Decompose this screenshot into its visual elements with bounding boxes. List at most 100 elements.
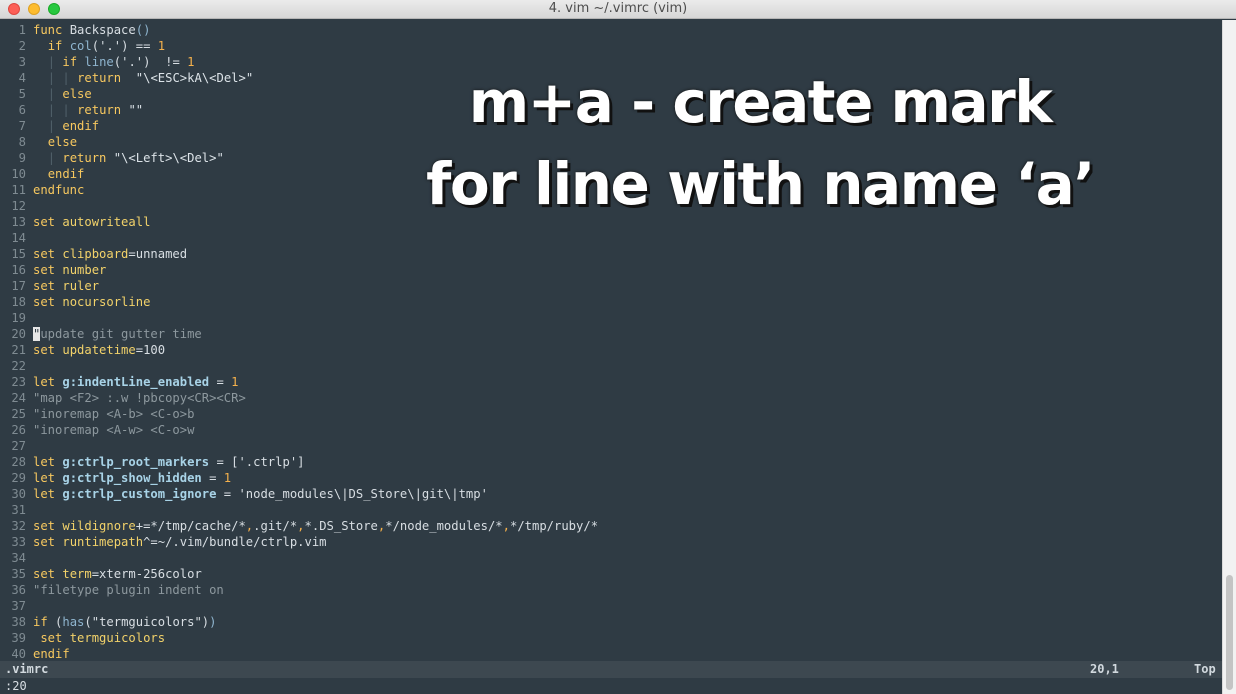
line-number: 34 [11, 551, 26, 565]
code-line[interactable]: 8 else [0, 134, 77, 150]
code-line[interactable]: 17 set ruler [0, 278, 99, 294]
code-token: = 'node_modules\|DS_Store\|git\|tmp' [216, 487, 488, 501]
code-line[interactable]: 18 set nocursorline [0, 294, 150, 310]
line-number: 19 [11, 311, 26, 325]
code-line[interactable]: 2 if col('.') == 1 [0, 38, 165, 54]
code-line[interactable]: 27 [0, 438, 33, 454]
code-token: */tmp/ruby/* [509, 519, 599, 533]
code-line[interactable]: 24 "map <F2> :.w !pbcopy<CR><CR> [0, 390, 245, 406]
code-token: set [33, 567, 56, 581]
code-line[interactable]: 4 | | return "\<ESC>kA\<Del>" [0, 70, 254, 86]
code-line[interactable]: 37 [0, 598, 33, 614]
code-token: | [47, 119, 56, 133]
code-token: =100 [135, 343, 166, 357]
code-token: g:ctrlp_custom_ignore [62, 487, 217, 501]
caption-line-1: m+a - create mark [468, 68, 1053, 136]
code-line[interactable]: 7 | endif [0, 118, 99, 134]
code-line[interactable]: 19 [0, 310, 33, 326]
code-line[interactable]: 36 "filetype plugin indent on [0, 582, 223, 598]
line-number: 32 [11, 519, 26, 533]
code-line[interactable]: 22 [0, 358, 33, 374]
code-line[interactable]: 35 set term=xterm-256color [0, 566, 201, 582]
code-line[interactable]: 33 set runtimepath^=~/.vim/bundle/ctrlp.v… [0, 534, 326, 550]
code-line[interactable]: 13 set autowriteall [0, 214, 150, 230]
line-number: 13 [11, 215, 26, 229]
code-line[interactable]: 10 endif [0, 166, 84, 182]
line-number: 29 [11, 471, 26, 485]
scrollbar-thumb[interactable] [1226, 575, 1233, 690]
code-line[interactable]: 31 [0, 502, 33, 518]
code-line[interactable]: 28 let g:ctrlp_root_markers = ['.ctrlp'] [0, 454, 304, 470]
code-line[interactable]: 40 endif [0, 646, 70, 662]
code-line[interactable]: 1 func Backspace() [0, 22, 151, 38]
code-token: set [33, 279, 56, 293]
code-line[interactable]: 14 [0, 230, 33, 246]
command-text: :20 [5, 679, 27, 693]
code-token: ) [209, 615, 217, 629]
code-line[interactable]: 12 [0, 198, 33, 214]
code-token: let [33, 455, 56, 469]
code-line[interactable]: 25 "inoremap <A-b> <C-o>b [0, 406, 194, 422]
code-line[interactable]: 20 "update git gutter time [0, 326, 202, 342]
line-number: 9 [18, 151, 26, 165]
code-token: = [201, 471, 224, 485]
code-token: () [135, 23, 151, 37]
code-line[interactable]: 38 if (has("termguicolors")) [0, 614, 216, 630]
code-line[interactable]: 39 set termguicolors [0, 630, 165, 646]
code-line[interactable]: 29 let g:ctrlp_show_hidden = 1 [0, 470, 231, 486]
vertical-scrollbar[interactable] [1222, 20, 1236, 694]
line-number: 24 [11, 391, 26, 405]
code-token: updatetime [62, 343, 136, 357]
code-line[interactable]: 5 | else [0, 86, 92, 102]
code-line[interactable]: 23 let g:indentLine_enabled = 1 [0, 374, 238, 390]
line-number: 22 [11, 359, 26, 373]
code-line[interactable]: 30 let g:ctrlp_custom_ignore = 'node_modu… [0, 486, 488, 502]
code-token: return [77, 71, 122, 85]
code-token: wildignore [62, 519, 136, 533]
code-token: autowriteall [62, 215, 151, 229]
line-number: 37 [11, 599, 26, 613]
code-token: endif [33, 647, 70, 661]
code-line[interactable]: 32 set wildignore+=*/tmp/cache/*,.git/*,*… [0, 518, 598, 534]
code-token: return [62, 151, 107, 165]
code-token: .git/* [253, 519, 298, 533]
code-line[interactable]: 9 | return "\<Left>\<Del>" [0, 150, 224, 166]
code-token: set [40, 631, 63, 645]
code-token: set [33, 519, 56, 533]
code-token: set [33, 263, 56, 277]
code-line[interactable]: 3 | if line('.') != 1 [0, 54, 195, 70]
code-line[interactable]: 15 set clipboard=unnamed [0, 246, 187, 262]
code-line[interactable]: 26 "inoremap <A-w> <C-o>w [0, 422, 194, 438]
line-number: 12 [11, 199, 26, 213]
line-number: 7 [18, 119, 26, 133]
code-token: 1 [187, 55, 195, 69]
line-number: 15 [11, 247, 26, 261]
code-line[interactable]: 34 [0, 550, 33, 566]
code-line[interactable]: 6 | | return "" [0, 102, 143, 118]
code-token: number [62, 263, 107, 277]
code-token: =unnamed [128, 247, 188, 261]
code-token: set [33, 215, 56, 229]
code-token: ('.') == [91, 39, 158, 53]
code-line[interactable]: 11 endfunc [0, 182, 84, 198]
line-number: 10 [11, 167, 26, 181]
code-token: update git gutter time [40, 327, 202, 341]
code-token: ('.') != [113, 55, 188, 69]
vim-command-line[interactable]: :20 [0, 678, 1222, 694]
code-token: let [33, 375, 56, 389]
code-token: 1 [231, 375, 239, 389]
code-token: 1 [223, 471, 232, 485]
line-number: 5 [18, 87, 26, 101]
code-line[interactable]: 21 set updatetime=100 [0, 342, 165, 358]
line-number: 30 [11, 487, 26, 501]
code-line[interactable]: 16 set number [0, 262, 106, 278]
code-token: set [33, 295, 56, 309]
code-token: set [33, 343, 56, 357]
code-token: "" [128, 103, 144, 117]
